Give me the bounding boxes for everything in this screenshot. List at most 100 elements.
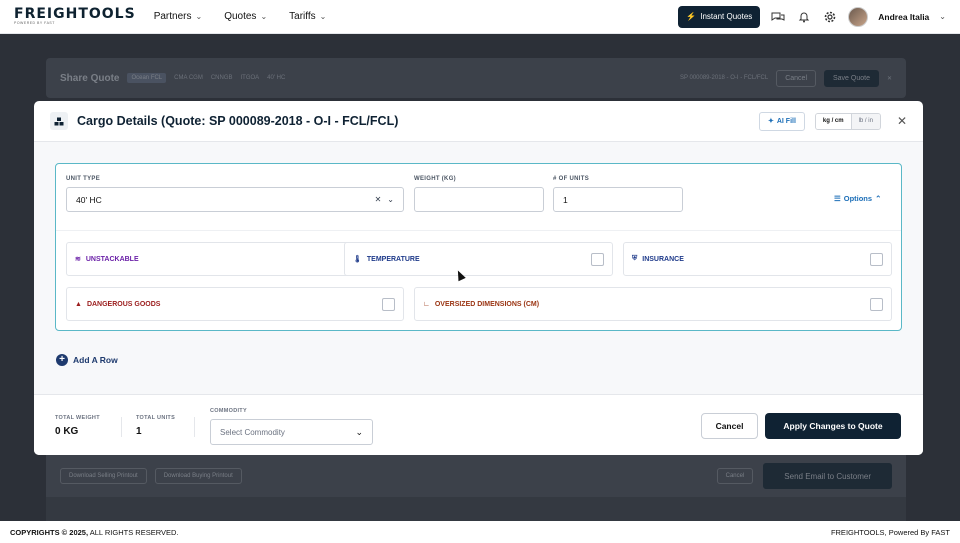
total-weight: TOTAL WEIGHT 0 KG — [55, 415, 100, 437]
gear-icon[interactable] — [822, 9, 838, 25]
close-icon: ✕ — [886, 75, 892, 82]
bg-cancel-button: Cancel — [776, 69, 816, 87]
commodity-select[interactable]: Select Commodity ⌄ — [210, 419, 373, 445]
temperature-checkbox[interactable] — [591, 252, 604, 266]
magic-wand-icon: ✦ — [767, 118, 774, 125]
copyright-bold: COPYRIGHTS © 2025, — [10, 527, 89, 537]
units-imperial-option[interactable]: lb / in — [851, 113, 880, 129]
option-temperature[interactable]: 🌡︎ TEMPERATURE — [344, 242, 613, 276]
instant-quotes-button[interactable]: ⚡ Instant Quotes — [678, 5, 761, 28]
units-count-field[interactable]: 1 — [553, 187, 683, 212]
background-strip — [46, 497, 906, 521]
ai-fill-label: AI Fill — [776, 117, 796, 125]
select-controls: ✕ ⌄ — [375, 195, 394, 204]
nav-partners-label: Partners — [153, 11, 192, 22]
powered-by-text: FREIGHTOOLS, Powered By FAST — [830, 527, 950, 537]
chevron-down-icon[interactable]: ⌄ — [939, 12, 946, 21]
stat-divider — [194, 417, 195, 437]
chevron-down-icon: ⌄ — [355, 426, 363, 437]
copyright-text: COPYRIGHTS © 2025, ALL RIGHTS RESERVED. — [10, 528, 179, 537]
chip-mode: Ocean FCL — [127, 73, 167, 83]
total-weight-label: TOTAL WEIGHT — [55, 415, 100, 421]
top-navbar: FREIGHTOOLS POWERED BY FAST Partners ⌄ Q… — [0, 0, 960, 34]
dangerous-goods-checkbox[interactable] — [382, 297, 395, 311]
commodity-placeholder: Select Commodity — [220, 427, 285, 437]
download-buying-button: Download Buying Printout — [154, 468, 242, 484]
insurance-label: INSURANCE — [642, 255, 684, 263]
clear-icon[interactable]: ✕ — [375, 195, 382, 204]
unstackable-label-group: ≋ UNSTACKABLE — [75, 255, 139, 264]
options-label: Options — [843, 194, 873, 203]
save-quote-button: Save Quote — [824, 69, 879, 87]
bell-icon[interactable] — [796, 9, 812, 25]
list-icon: ☰ — [834, 194, 841, 203]
lightning-icon: ⚡ — [686, 12, 697, 21]
nav-right-group: ⚡ Instant Quotes Andrea Italia ⌄ — [678, 5, 946, 28]
close-icon[interactable]: ✕ — [897, 114, 907, 128]
insurance-checkbox[interactable] — [870, 252, 883, 266]
user-name[interactable]: Andrea Italia — [878, 12, 929, 22]
avatar[interactable] — [848, 6, 869, 27]
share-quote-title: Share Quote — [60, 72, 120, 84]
nav-quotes-label: Quotes — [224, 11, 257, 22]
insurance-label-group: ⛨ INSURANCE — [632, 255, 684, 263]
modal-title: Cargo Details (Quote: SP 000089-2018 - O… — [77, 114, 399, 128]
weight-label: WEIGHT (KG) — [414, 176, 456, 182]
options-toggle[interactable]: ☰ Options ⌃ — [834, 194, 881, 203]
stat-divider — [121, 417, 122, 437]
units-metric-option[interactable]: kg / cm — [815, 113, 852, 129]
nav-partners[interactable]: Partners ⌄ — [154, 11, 203, 22]
plus-circle-icon: + — [56, 354, 68, 366]
option-insurance[interactable]: ⛨ INSURANCE — [623, 242, 892, 276]
oversized-label-group: ∟ OVERSIZED DIMENSIONS (CM) — [423, 301, 539, 308]
bg-cancel-bottom-button: Cancel — [716, 468, 754, 484]
modal-header: Cargo Details (Quote: SP 000089-2018 - O… — [34, 101, 923, 142]
units-count-value: 1 — [563, 194, 568, 205]
layers-icon: ≋ — [75, 256, 81, 263]
temperature-label: TEMPERATURE — [366, 255, 420, 263]
oversized-checkbox[interactable] — [870, 297, 883, 311]
chat-icon[interactable] — [770, 9, 786, 25]
nav-tariffs-label: Tariffs — [289, 11, 316, 22]
dangerous-goods-label: DANGEROUS GOODS — [86, 300, 161, 308]
total-weight-value: 0 KG — [55, 426, 79, 437]
divider — [56, 230, 901, 231]
chevron-down-icon: ⌄ — [260, 12, 268, 21]
send-email-button: Send Email to Customer — [763, 463, 892, 489]
unit-type-select[interactable]: 40' HC ✕ ⌄ — [66, 187, 404, 212]
chip-carrier: CMA CGM — [174, 75, 203, 81]
modal-body: UNIT TYPE 40' HC ✕ ⌄ WEIGHT (KG) # OF UN… — [34, 142, 923, 394]
share-quote-send-group: Cancel Send Email to Customer — [716, 463, 892, 489]
commodity-label: COMMODITY — [210, 408, 247, 414]
option-oversized[interactable]: ∟ OVERSIZED DIMENSIONS (CM) — [414, 287, 892, 321]
download-selling-button: Download Selling Printout — [60, 468, 147, 484]
cancel-button[interactable]: Cancel — [701, 413, 758, 439]
total-units-value: 1 — [136, 426, 142, 437]
total-units: TOTAL UNITS 1 — [136, 415, 175, 437]
chip-container: 40' HC — [267, 75, 286, 81]
freightools-logo[interactable]: FREIGHTOOLS POWERED BY FAST — [14, 7, 136, 26]
option-dangerous-goods[interactable]: ▲ DANGEROUS GOODS — [66, 287, 404, 321]
nav-tariffs[interactable]: Tariffs ⌄ — [289, 11, 326, 22]
cargo-boxes-icon — [50, 112, 68, 130]
warning-icon: ▲ — [75, 300, 82, 308]
share-quote-header: Share Quote Ocean FCL CMA CGM CNNGB ITGO… — [46, 58, 906, 98]
chevron-down-icon[interactable]: ⌄ — [387, 195, 394, 204]
nav-quotes[interactable]: Quotes ⌄ — [224, 11, 267, 22]
logo-subtitle: POWERED BY FAST — [14, 21, 55, 26]
unit-type-value: 40' HC — [76, 194, 102, 205]
unstackable-label: UNSTACKABLE — [85, 255, 139, 263]
chip-origin: CNNGB — [210, 75, 233, 81]
apply-changes-button[interactable]: Apply Changes to Quote — [765, 413, 901, 439]
units-toggle: kg / cm lb / in — [814, 112, 881, 130]
instant-quotes-label: Instant Quotes — [700, 12, 753, 21]
shield-icon: ⛨ — [632, 255, 638, 262]
total-units-label: TOTAL UNITS — [136, 415, 176, 421]
add-row-button[interactable]: + Add A Row — [56, 354, 118, 366]
modal-header-actions: ✦ AI Fill kg / cm lb / in ✕ — [758, 111, 907, 131]
share-quote-actions: SP 000089-2018 - O-I - FCL/FCL Cancel Sa… — [680, 69, 892, 87]
copyright-rest: ALL RIGHTS RESERVED. — [88, 527, 179, 537]
cargo-row-card: UNIT TYPE 40' HC ✕ ⌄ WEIGHT (KG) # OF UN… — [55, 163, 902, 331]
weight-field[interactable] — [414, 187, 544, 212]
ai-fill-button[interactable]: ✦ AI Fill — [758, 111, 805, 131]
